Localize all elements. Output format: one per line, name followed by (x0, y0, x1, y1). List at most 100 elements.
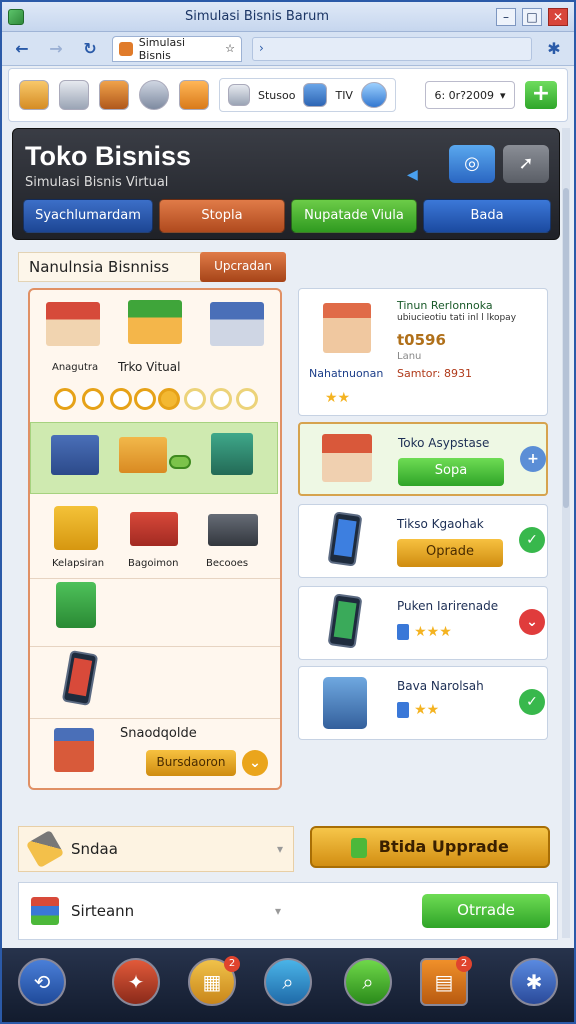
toolbar-text1: Stusoo (258, 88, 296, 102)
shopping-bag-icon[interactable] (56, 582, 96, 628)
server-icon[interactable] (208, 514, 258, 546)
scroll-thumb[interactable] (563, 188, 569, 508)
section-upgrade-button[interactable]: Upcradan (200, 252, 286, 282)
tag-icon (351, 837, 368, 858)
building-label-1: Anagutra (52, 362, 99, 373)
building-panel: Anagutra Trko Vitual Kelapsiran Bagoimon… (28, 288, 282, 790)
phone-icon[interactable] (61, 649, 99, 707)
pencil-icon (25, 829, 65, 869)
taskbar-compass-icon[interactable]: ✦ (112, 958, 160, 1006)
divider (30, 578, 280, 579)
target-icon: ◎ (464, 153, 480, 174)
header-button-3[interactable]: Nupatade Viula (291, 199, 417, 233)
shop-building-icon (322, 434, 372, 482)
edit-button[interactable]: ➚ (503, 145, 549, 183)
stats-toolbox[interactable]: Stusoo TIV (219, 78, 396, 112)
chevron-down-icon[interactable]: ⌄ (242, 750, 268, 776)
taskbar-map-icon[interactable]: ▦ 2 (188, 956, 240, 1006)
add-icon[interactable]: + (520, 446, 546, 472)
coin-icon (54, 388, 76, 410)
card-1-title: Tinun Rerlonnoka (397, 299, 493, 312)
doc-icon (397, 623, 409, 640)
warehouse-icon (51, 435, 99, 475)
add-button[interactable]: + (525, 81, 557, 109)
coin-icon (82, 388, 104, 410)
header-button-4[interactable]: Bada (423, 199, 551, 233)
bottom-item-button[interactable]: Bursdaoron (146, 750, 236, 776)
shop-card-3[interactable]: Tikso Kgaohak Oprade ✓ (298, 504, 548, 578)
app-window: Simulasi Bisnis Barum – □ ✕ ← → ↻ Simula… (0, 0, 576, 1024)
maximize-button[interactable]: □ (522, 7, 542, 26)
taskbar-store-icon[interactable]: ▤ 2 (420, 956, 472, 1006)
package-icon[interactable] (54, 506, 98, 550)
browser-tab[interactable]: Simulasi Bisnis ☆ (112, 35, 242, 62)
calculator-icon (303, 83, 328, 107)
header-button-2[interactable]: Stopla (159, 199, 285, 233)
cube-tool-icon[interactable] (139, 80, 169, 110)
star-rating: ★★★ (397, 621, 452, 640)
item-label-1: Kelapsiran (52, 558, 105, 569)
pencil-row[interactable]: Sndaa ▾ (18, 826, 294, 872)
divider (30, 718, 280, 719)
target-button[interactable]: ◎ (449, 145, 495, 183)
minimize-button[interactable]: – (496, 7, 516, 26)
check-icon[interactable]: ✓ (519, 689, 545, 715)
shop-tool-icon[interactable] (19, 80, 49, 110)
reload-icon[interactable]: ↻ (78, 37, 102, 61)
date-value: 6: 0r?2009 (434, 88, 495, 102)
shop-building-icon[interactable] (46, 302, 100, 346)
building-red-icon[interactable] (130, 512, 178, 546)
header-button-1[interactable]: Syachlumardam (23, 199, 153, 233)
scrollbar[interactable] (562, 128, 570, 938)
item-label-3: Becooes (206, 558, 249, 569)
upgrade-button[interactable]: Btida Upprade (310, 826, 550, 868)
taskbar-settings-icon[interactable]: ✱ (510, 958, 558, 1006)
coin-icon (134, 388, 156, 410)
tool-strip: Stusoo TIV 6: 0r?2009 ▾ + (8, 68, 568, 122)
toolbar-text2: TIV (335, 88, 353, 102)
box-tool-icon[interactable] (99, 80, 129, 110)
shop-card-5[interactable]: Bava Narolsah ★★ ✓ (298, 666, 548, 740)
taskbar-find-icon[interactable]: ⌕ (344, 958, 392, 1006)
card-1-value: t0596 (397, 331, 446, 349)
shop-card-4[interactable]: Puken Iarirenade ★★★ ⌄ (298, 586, 548, 660)
coin-gold-icon (158, 388, 180, 410)
document-tool-icon[interactable] (59, 80, 89, 110)
row1-label: Sndaa (71, 840, 118, 858)
books-icon (31, 897, 59, 925)
tab-label: Simulasi Bisnis (138, 35, 186, 62)
card-1-unit: Lanu (397, 351, 422, 362)
bookstore-icon[interactable] (54, 728, 94, 772)
card-5-title: Bava Narolsah (397, 679, 484, 693)
window-title: Simulasi Bisnis Barum (184, 9, 330, 24)
star-icon[interactable]: ☆ (225, 42, 235, 55)
shop-card-1[interactable]: Tinun Rerlonnoka ubiucieotiu tati inl l … (298, 288, 548, 416)
taskbar-link-icon[interactable]: ⟲ (18, 958, 66, 1006)
close-button[interactable]: ✕ (548, 7, 568, 26)
item-label-2: Bagoimon (128, 558, 179, 569)
star-rating: ★★ (325, 390, 351, 406)
market-building-icon[interactable] (128, 300, 182, 344)
check-icon[interactable]: ✓ (519, 527, 545, 553)
taskbar-search-icon[interactable]: ⌕ (264, 958, 312, 1006)
notification-badge: 2 (224, 956, 240, 972)
row2-label: Sirteann (71, 902, 135, 920)
address-bar[interactable]: › (252, 36, 532, 61)
cart-tool-icon[interactable] (179, 80, 209, 110)
chevron-down-icon: ▾ (276, 842, 283, 856)
notification-badge: 2 (456, 956, 472, 972)
shop-card-2[interactable]: Toko Asypstase Sopa + (298, 422, 548, 496)
otrade-button[interactable]: Otrrade (422, 894, 550, 928)
chevron-down-icon[interactable]: ⌄ (519, 609, 545, 635)
date-select[interactable]: 6: 0r?2009 ▾ (425, 81, 515, 109)
taskbar: ⟲ ✦ ▦ 2 ⌕ ⌕ ▤ 2 ✱ (2, 948, 574, 1022)
store-building-icon[interactable] (210, 302, 264, 346)
card-2-button[interactable]: Sopa (398, 458, 504, 486)
upgrade-label: Btida Upprade (378, 837, 509, 856)
bottom-item-label: Snaodqolde (120, 726, 197, 741)
settings-gear-icon[interactable]: ✱ (542, 37, 566, 61)
selected-row[interactable] (30, 422, 278, 494)
back-icon[interactable]: ← (10, 37, 34, 61)
forward-icon[interactable]: → (44, 37, 68, 61)
card-3-button[interactable]: Oprade (397, 539, 503, 567)
